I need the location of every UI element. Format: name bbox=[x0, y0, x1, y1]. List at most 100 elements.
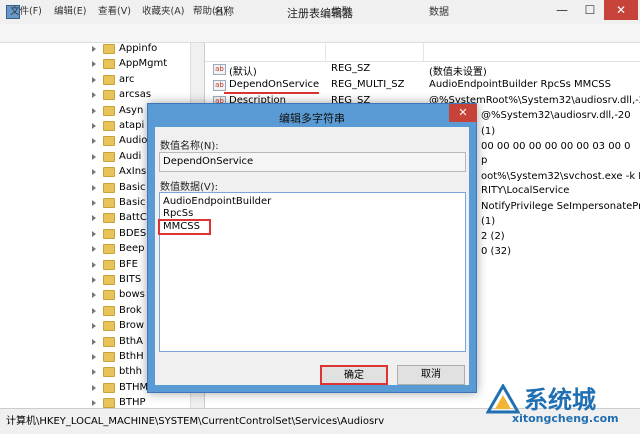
expand-arrow-icon[interactable] bbox=[92, 323, 96, 330]
value-data-label: 数值数据(V): bbox=[160, 182, 219, 193]
expand-arrow-icon[interactable] bbox=[92, 184, 96, 191]
expand-arrow-icon[interactable] bbox=[92, 92, 96, 99]
tree-item-label: arcsas bbox=[119, 89, 152, 101]
value-type: REG_SZ bbox=[331, 63, 371, 74]
expand-arrow-icon[interactable] bbox=[92, 400, 96, 407]
expand-arrow-icon[interactable] bbox=[92, 153, 96, 160]
tree-item-label: BTHP bbox=[119, 397, 146, 409]
tree-item-label: Basic bbox=[119, 197, 146, 208]
menu-file[interactable]: 文件(F) bbox=[10, 3, 42, 17]
menu-favorites[interactable]: 收藏夹(A) bbox=[142, 3, 184, 17]
value-data-fragment: (1) bbox=[481, 216, 496, 227]
folder-icon bbox=[103, 398, 115, 409]
tree-item-label: bows bbox=[119, 289, 145, 301]
tree-item[interactable]: arcsas bbox=[92, 88, 204, 104]
folder-icon bbox=[103, 244, 115, 255]
column-name-header[interactable]: 名称 bbox=[214, 3, 234, 18]
folder-icon bbox=[103, 213, 115, 224]
folder-icon bbox=[103, 90, 115, 101]
minimize-button[interactable]: — bbox=[548, 0, 576, 20]
data-line: AudioEndpointBuilder bbox=[163, 196, 272, 207]
ok-button[interactable]: 确定 bbox=[320, 365, 388, 385]
value-data-fragment: (1) bbox=[481, 126, 496, 137]
value-data-fragment: 2 (2) bbox=[481, 231, 505, 242]
folder-icon bbox=[103, 136, 115, 147]
folder-icon bbox=[103, 382, 115, 393]
expand-arrow-icon[interactable] bbox=[92, 277, 96, 283]
column-divider[interactable] bbox=[325, 43, 326, 61]
folder-icon bbox=[103, 275, 115, 285]
window-title: 注册表编辑器 bbox=[287, 7, 353, 20]
column-type-header[interactable]: 类型 bbox=[331, 3, 351, 18]
menu-view[interactable]: 查看(V) bbox=[98, 3, 131, 17]
folder-icon bbox=[103, 367, 115, 378]
expand-arrow-icon[interactable] bbox=[92, 307, 96, 314]
highlight-box bbox=[158, 219, 211, 235]
expand-arrow-icon[interactable] bbox=[92, 107, 96, 114]
expand-arrow-icon[interactable] bbox=[92, 261, 96, 268]
column-data-header[interactable]: 数据 bbox=[429, 3, 449, 18]
data-line: RpcSs bbox=[163, 208, 194, 219]
folder-icon bbox=[103, 121, 115, 131]
string-value-icon: ab bbox=[213, 80, 226, 91]
cancel-button[interactable]: 取消 bbox=[397, 365, 465, 385]
column-divider[interactable] bbox=[423, 43, 424, 61]
tree-item-label: Brok bbox=[119, 304, 142, 316]
maximize-button[interactable]: ☐ bbox=[576, 0, 604, 20]
folder-icon bbox=[103, 336, 115, 347]
tree-item[interactable]: Appinfo bbox=[92, 42, 204, 58]
tree-item-label: BFE bbox=[119, 258, 138, 270]
close-window-button[interactable]: ✕ bbox=[604, 0, 638, 20]
folder-icon bbox=[103, 259, 115, 270]
expand-arrow-icon[interactable] bbox=[92, 369, 96, 376]
value-data: AudioEndpointBuilder RpcSs MMCSS bbox=[429, 79, 611, 90]
value-name: (默认) bbox=[229, 67, 257, 78]
tree-item-label: Beep bbox=[119, 243, 145, 255]
tree-item[interactable]: arc bbox=[92, 73, 204, 89]
dialog-close-button[interactable]: ✕ bbox=[449, 104, 477, 122]
tree-item-label: arc bbox=[119, 73, 135, 85]
menu-edit[interactable]: 编辑(E) bbox=[54, 3, 86, 17]
expand-arrow-icon[interactable] bbox=[92, 61, 96, 68]
tree-item-label: atapi bbox=[119, 120, 145, 131]
tree-item-label: AppMgmt bbox=[119, 58, 168, 70]
tree-item-label: BthH bbox=[119, 351, 144, 362]
value-data-fragment: p bbox=[481, 155, 488, 166]
expand-arrow-icon[interactable] bbox=[92, 292, 96, 299]
value-data-fragment: oot%\System32\svchost.exe -k Lo bbox=[481, 171, 640, 182]
expand-arrow-icon[interactable] bbox=[92, 123, 96, 129]
tree-item-label: Audi bbox=[119, 150, 142, 162]
value-row-default[interactable]: ab (默认) REG_SZ (数值未设置) bbox=[205, 62, 640, 78]
expand-arrow-icon[interactable] bbox=[92, 76, 96, 83]
value-data-textarea[interactable] bbox=[159, 192, 466, 352]
folder-icon bbox=[103, 105, 115, 116]
expand-arrow-icon[interactable] bbox=[92, 354, 96, 360]
tree-item-label: Audio bbox=[119, 135, 148, 147]
folder-icon bbox=[103, 228, 115, 239]
value-name-text: DependOnService bbox=[163, 156, 254, 167]
tree-item[interactable]: AppMgmt bbox=[92, 57, 204, 73]
value-data-fragment: 00 00 00 00 00 00 00 03 00 0 bbox=[481, 141, 631, 152]
string-value-icon: ab bbox=[213, 64, 226, 75]
folder-icon bbox=[103, 44, 115, 54]
expand-arrow-icon[interactable] bbox=[92, 46, 96, 52]
value-data: (数值未设置) bbox=[429, 67, 487, 78]
expand-arrow-icon[interactable] bbox=[92, 200, 96, 206]
expand-arrow-icon[interactable] bbox=[92, 215, 96, 222]
tree-item-label: BattC bbox=[119, 212, 147, 224]
value-data-fragment: @%System32\audiosrv.dll,-20 bbox=[481, 110, 631, 121]
tree-item-label: Brow bbox=[119, 320, 145, 332]
registry-path: 计算机\HKEY_LOCAL_MACHINE\SYSTEM\CurrentCon… bbox=[6, 416, 385, 427]
expand-arrow-icon[interactable] bbox=[92, 338, 96, 345]
folder-icon bbox=[103, 290, 115, 301]
folder-icon bbox=[103, 198, 115, 208]
expand-arrow-icon[interactable] bbox=[92, 169, 96, 176]
value-data-fragment: NotifyPrivilege SeImpersonatePriv bbox=[481, 201, 640, 212]
folder-icon bbox=[103, 321, 115, 332]
value-name: DependOnService bbox=[229, 79, 320, 90]
expand-arrow-icon[interactable] bbox=[92, 230, 96, 237]
expand-arrow-icon[interactable] bbox=[92, 246, 96, 253]
expand-arrow-icon[interactable] bbox=[92, 138, 96, 145]
tree-item-label: BDES bbox=[119, 227, 147, 239]
expand-arrow-icon[interactable] bbox=[92, 384, 96, 391]
